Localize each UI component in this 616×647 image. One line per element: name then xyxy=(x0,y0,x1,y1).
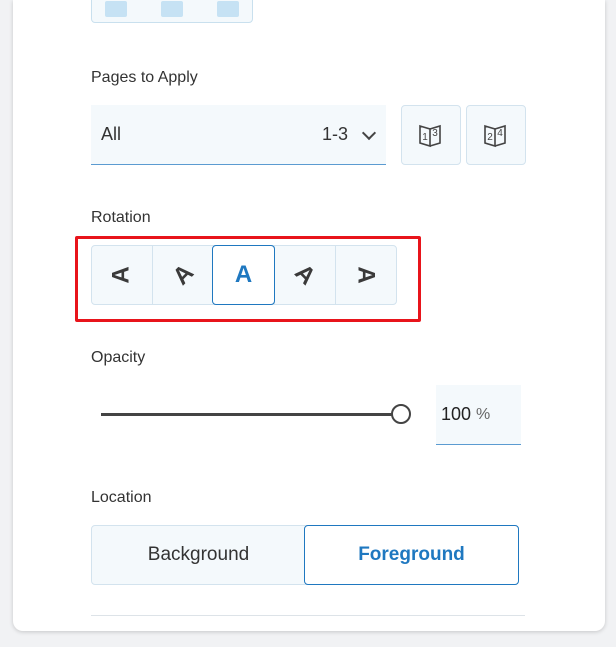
location-toggle: Background Foreground xyxy=(91,525,519,585)
even-pages-button[interactable]: 2 4 xyxy=(466,105,526,165)
opacity-slider-thumb[interactable] xyxy=(391,404,411,424)
pages-select[interactable]: All 1-3 xyxy=(91,105,386,165)
pages-range: 1-3 xyxy=(321,124,348,144)
rotation-label: Rotation xyxy=(91,209,151,226)
pages-select-value: All xyxy=(101,124,122,144)
even-pages-icon: 2 4 xyxy=(484,124,506,148)
location-label: Location xyxy=(91,489,152,506)
odd-pages-button[interactable]: 1 3 xyxy=(401,105,461,165)
odd-pages-icon: 1 3 xyxy=(419,124,441,148)
background-button[interactable]: Background xyxy=(92,526,305,584)
opacity-value: 100 xyxy=(441,404,472,424)
opacity-unit: % xyxy=(476,405,491,423)
odd-page-number: 3 xyxy=(432,128,438,139)
thumbnail[interactable] xyxy=(161,1,183,17)
pages-to-apply-label: Pages to Apply xyxy=(91,69,198,86)
rotation-0-button[interactable]: A xyxy=(212,245,275,305)
foreground-button[interactable]: Foreground xyxy=(304,525,519,585)
odd-page-number: 1 xyxy=(422,132,428,143)
thumbnail[interactable] xyxy=(105,1,127,17)
even-page-number: 4 xyxy=(497,128,503,139)
opacity-input[interactable]: 100 % xyxy=(436,385,521,445)
chevron-down-icon xyxy=(362,128,376,142)
even-page-number: 2 xyxy=(487,132,493,143)
template-thumbnails[interactable] xyxy=(91,0,253,23)
upright-a-icon: A xyxy=(234,261,253,288)
opacity-slider-track[interactable] xyxy=(101,413,401,416)
section-divider xyxy=(91,615,525,616)
watermark-settings-panel: Pages to Apply All 1-3 1 3 2 4 Rotation … xyxy=(13,0,605,631)
thumbnail[interactable] xyxy=(217,1,239,17)
opacity-label: Opacity xyxy=(91,349,146,366)
